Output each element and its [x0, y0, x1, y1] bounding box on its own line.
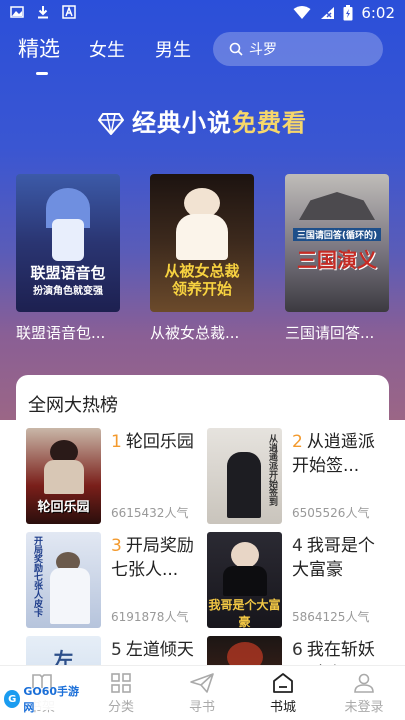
- download-icon: [38, 6, 48, 19]
- nav-label: 分类: [107, 700, 134, 715]
- cover-art: [227, 452, 261, 518]
- cover-title: 从逍遥派开始签到: [267, 434, 277, 506]
- featured-book-title: 三国请回答...: [285, 324, 375, 342]
- popularity-count: 5864125人气: [292, 610, 370, 624]
- ranking-book-name: 2 从逍遥派开始签...: [292, 430, 382, 478]
- ranking-book-name: 1 轮回乐园: [111, 430, 201, 454]
- tab-featured[interactable]: 精选: [18, 33, 60, 63]
- rank-number: 5: [111, 640, 122, 660]
- watermark-text: GO60手游网: [23, 685, 80, 714]
- book-cover: 轮回乐园: [26, 428, 101, 524]
- battery-icon: [343, 5, 353, 21]
- nav-bookstore[interactable]: 书城: [253, 672, 313, 715]
- cover-title: 我哥是个大富豪: [208, 598, 281, 628]
- book-name: 从逍遥派开始签...: [292, 432, 375, 476]
- featured-book[interactable]: 联盟语音包 扮演角色就变强 联盟语音包...: [16, 174, 120, 343]
- paper-plane-icon: [190, 673, 214, 693]
- cover-art: [44, 460, 84, 494]
- book-cover: 三国请回答(循环的) 三国演义: [285, 174, 389, 312]
- status-bar: 6:02: [0, 0, 405, 28]
- featured-book[interactable]: 三国请回答(循环的) 三国演义 三国请回答...: [285, 174, 389, 343]
- ranking-book-name: 5 左道倾天: [111, 638, 201, 662]
- cover-subtitle: 扮演角色就变强: [33, 286, 103, 297]
- promo-banner[interactable]: 经典小说免费看: [0, 103, 405, 138]
- cover-art: [50, 568, 90, 624]
- signal-off-icon: [321, 7, 335, 19]
- rank-number: 6: [292, 640, 303, 660]
- status-time: 6:02: [361, 4, 395, 22]
- bookstore-icon: [273, 673, 293, 693]
- ranking-book-name: 4 我哥是个大富豪: [292, 534, 382, 582]
- book-cover: 从逍遥派开始签到: [207, 428, 282, 524]
- tab-active-indicator: [36, 72, 48, 75]
- book-cover: 我哥是个大富豪: [207, 532, 282, 628]
- site-watermark: G GO60手游网: [2, 685, 84, 714]
- diamond-icon: [97, 113, 125, 136]
- ranking-item[interactable]: 轮回乐园 1 轮回乐园 6615432人气: [26, 428, 206, 524]
- book-name: 轮回乐园: [125, 432, 194, 452]
- cover-art: [52, 219, 84, 261]
- book-cover: 联盟语音包 扮演角色就变强: [16, 174, 120, 312]
- cover-art: [176, 214, 228, 260]
- nav-profile[interactable]: 未登录: [334, 672, 394, 715]
- tab-female[interactable]: 女生: [89, 36, 125, 62]
- ranking-title: 全网大热榜: [28, 395, 118, 416]
- cover-art: [299, 192, 375, 220]
- cover-subtitle: 三国请回答(循环的): [293, 228, 381, 241]
- wifi-icon: [293, 6, 311, 19]
- watermark-logo-icon: G: [4, 690, 21, 708]
- nav-label: 未登录: [344, 700, 384, 715]
- ranking-item[interactable]: 开局奖励七张人皮卡 3 开局奖励七张人... 6191878人气: [26, 532, 206, 628]
- user-icon: [354, 673, 374, 693]
- book-name: 开局奖励七张人...: [111, 536, 194, 580]
- book-name: 我哥是个大富豪: [292, 536, 375, 580]
- book-name: 左道倾天: [125, 640, 194, 660]
- nav-label: 寻书: [188, 700, 215, 715]
- featured-book-title: 从被女总裁...: [150, 324, 240, 342]
- popularity-count: 6615432人气: [111, 506, 189, 520]
- nav-find-book[interactable]: 寻书: [172, 672, 232, 715]
- popularity-count: 6505526人气: [292, 506, 370, 520]
- text-app-icon: [62, 5, 76, 19]
- search-icon: [229, 42, 243, 56]
- banner-highlight: 免费看: [232, 109, 307, 137]
- ranking-book-name: 3 开局奖励七张人...: [111, 534, 201, 582]
- nav-category[interactable]: 分类: [91, 672, 151, 715]
- nav-label: 书城: [269, 700, 296, 715]
- tab-male[interactable]: 男生: [155, 36, 191, 62]
- cover-art: [231, 542, 259, 568]
- ranking-item[interactable]: 从逍遥派开始签到 2 从逍遥派开始签... 6505526人气: [207, 428, 387, 524]
- search-input[interactable]: 斗罗: [213, 32, 383, 66]
- banner-text: 经典小说: [132, 109, 232, 137]
- cover-art: [223, 566, 267, 596]
- cover-title: 轮回乐园: [37, 500, 90, 515]
- cover-subtitle: 领养开始: [171, 280, 232, 298]
- popularity-count: 6191878人气: [111, 610, 189, 624]
- featured-book-title: 联盟语音包...: [16, 324, 106, 342]
- search-placeholder: 斗罗: [249, 42, 277, 58]
- image-icon: [10, 6, 24, 18]
- rank-number: 4: [292, 536, 303, 556]
- cover-title: 联盟语音包: [30, 264, 106, 282]
- cover-title: 开局奖励七张人皮卡: [32, 536, 42, 617]
- book-cover: 从被女总裁 领养开始: [150, 174, 254, 312]
- rank-number: 1: [111, 432, 122, 452]
- rank-number: 2: [292, 432, 303, 452]
- category-icon: [111, 673, 131, 693]
- hot-ranking-panel: 全网大热榜 轮回乐园 1 轮回乐园 6615432人气 从逍遥派开始签到 2 从逍遥…: [16, 375, 389, 675]
- ranking-item[interactable]: 我哥是个大富豪 4 我哥是个大富豪 5864125人气: [207, 532, 387, 628]
- book-cover: 开局奖励七张人皮卡: [26, 532, 101, 628]
- featured-book[interactable]: 从被女总裁 领养开始 从被女总裁...: [150, 174, 254, 343]
- rank-number: 3: [111, 536, 122, 556]
- cover-title: 三国演义: [297, 248, 377, 272]
